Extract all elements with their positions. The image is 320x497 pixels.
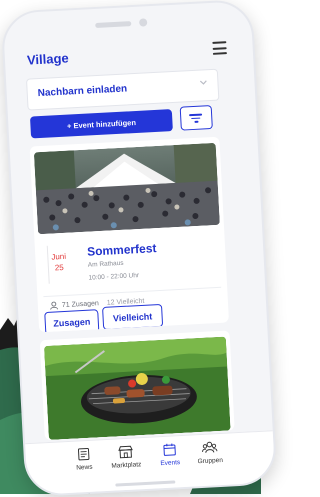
- event-month: Juni: [51, 251, 66, 263]
- tab-label-gruppen: Gruppen: [197, 457, 223, 465]
- news-icon: [76, 447, 91, 462]
- accept-button[interactable]: Zusagen: [44, 309, 99, 332]
- neighbors-invite-dropdown[interactable]: Nachbarn einladen: [26, 69, 219, 111]
- home-indicator: [115, 480, 175, 486]
- tab-marktplatz[interactable]: Marktplatz: [105, 444, 146, 470]
- card-divider: [43, 287, 221, 297]
- tab-gruppen[interactable]: Gruppen: [189, 440, 230, 466]
- date-divider: [47, 246, 50, 284]
- maybe-button[interactable]: Vielleicht: [102, 304, 163, 330]
- filter-icon: [189, 114, 202, 116]
- phone-speaker: [95, 21, 131, 28]
- tab-label-events: Events: [160, 459, 180, 467]
- add-event-button[interactable]: + Event hinzufügen: [30, 109, 173, 138]
- tab-news[interactable]: News: [63, 446, 104, 472]
- event-image: [34, 143, 220, 234]
- event-card[interactable]: Juni 25 Sommerfest Am Rathaus 10:00 - 22…: [30, 137, 229, 333]
- chevron-down-icon: [199, 78, 207, 86]
- bbq-image: [44, 337, 231, 440]
- phone-camera: [139, 18, 147, 26]
- accepted-count: 71 Zusagen: [62, 300, 99, 309]
- app-header: Village: [26, 38, 227, 72]
- filter-button[interactable]: [180, 105, 213, 131]
- group-icon: [201, 440, 218, 455]
- event-time: 10:00 - 22:00 Uhr: [88, 272, 139, 282]
- dropdown-label: Nachbarn einladen: [37, 83, 127, 99]
- event-title[interactable]: Sommerfest: [87, 241, 157, 259]
- tab-events[interactable]: Events: [149, 442, 190, 468]
- calendar-icon: [162, 442, 177, 457]
- app-title: Village: [27, 50, 69, 67]
- event-card-2[interactable]: [40, 330, 235, 440]
- event-location: Am Rathaus: [88, 260, 124, 269]
- hamburger-menu-icon[interactable]: [212, 41, 227, 55]
- event-day: 25: [52, 262, 67, 274]
- phone-frame: Village Nachbarn einladen + Event hinzuf…: [0, 0, 277, 497]
- tab-label-marktplatz: Marktplatz: [111, 461, 141, 470]
- person-icon: [50, 301, 58, 309]
- store-icon: [117, 445, 134, 460]
- event-date: Juni 25: [51, 251, 67, 274]
- tab-label-news: News: [76, 464, 93, 472]
